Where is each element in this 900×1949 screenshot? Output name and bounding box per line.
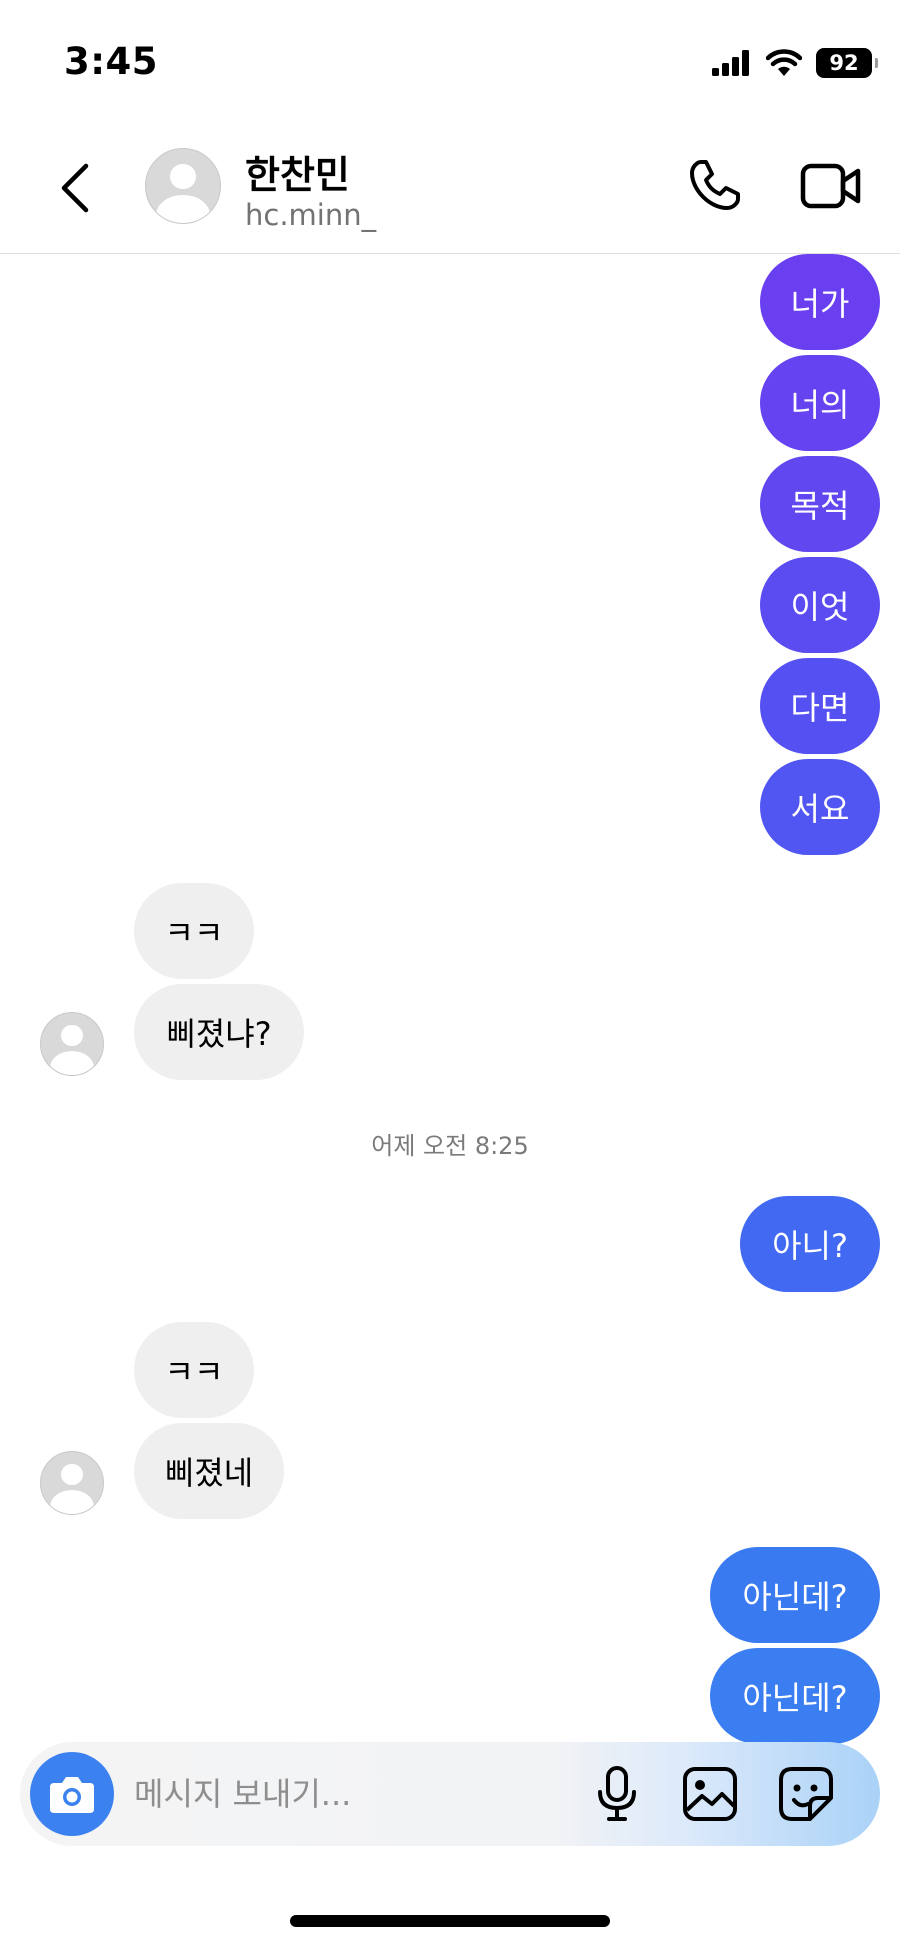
message-outgoing[interactable]: 다면 <box>760 658 880 754</box>
phone-icon <box>690 160 740 210</box>
status-time: 3:45 <box>64 40 159 83</box>
voice-call-button[interactable] <box>684 156 744 216</box>
sender-avatar[interactable] <box>40 1012 104 1076</box>
message-timestamp: 어제 오전 8:25 <box>371 1132 529 1160</box>
image-gallery-icon <box>683 1767 737 1821</box>
camera-icon <box>50 1777 94 1813</box>
home-indicator[interactable] <box>290 1915 610 1927</box>
message-outgoing[interactable]: 너가 <box>760 254 880 350</box>
message-composer <box>20 1742 880 1846</box>
video-call-button[interactable] <box>800 160 862 212</box>
back-arrow-icon <box>61 163 89 213</box>
video-camera-icon <box>800 163 861 209</box>
sender-avatar[interactable] <box>40 1451 104 1515</box>
message-outgoing[interactable]: 너의 <box>760 355 880 451</box>
sticker-button[interactable] <box>776 1764 836 1824</box>
gallery-button[interactable] <box>680 1764 740 1824</box>
message-incoming[interactable]: 삐졌네 <box>134 1423 284 1519</box>
status-indicators: 92 <box>712 48 878 78</box>
message-outgoing[interactable]: 목적 <box>760 456 880 552</box>
message-thread[interactable]: 너가 너의 목적 이엇 다면 서요 ㅋㅋ 삐졌냐? 어제 오전 8:25 아니?… <box>0 254 900 1749</box>
message-incoming[interactable]: ㅋㅋ <box>134 883 254 979</box>
message-outgoing[interactable]: 아니? <box>740 1196 880 1292</box>
battery-icon: 92 <box>816 48 878 78</box>
wifi-icon <box>766 49 802 76</box>
camera-button[interactable] <box>30 1752 114 1836</box>
message-outgoing[interactable]: 이엇 <box>760 557 880 653</box>
message-input[interactable] <box>134 1768 564 1820</box>
message-outgoing[interactable]: 아닌데? <box>710 1648 880 1744</box>
message-incoming[interactable]: 삐졌냐? <box>134 984 304 1080</box>
message-incoming[interactable]: ㅋㅋ <box>134 1322 254 1418</box>
signal-icon <box>712 50 749 76</box>
message-outgoing[interactable]: 서요 <box>760 759 880 855</box>
contact-name[interactable]: 한찬민 <box>245 144 350 199</box>
message-outgoing[interactable]: 아닌데? <box>710 1547 880 1643</box>
back-button[interactable] <box>52 158 102 218</box>
voice-message-button[interactable] <box>592 1764 642 1824</box>
contact-avatar[interactable] <box>145 148 221 224</box>
contact-handle[interactable]: hc.minn_ <box>245 198 376 232</box>
microphone-icon <box>598 1766 636 1821</box>
chat-header: 한찬민 hc.minn_ <box>0 120 900 254</box>
sticker-icon <box>779 1767 833 1821</box>
status-bar: 3:45 92 <box>0 0 900 120</box>
